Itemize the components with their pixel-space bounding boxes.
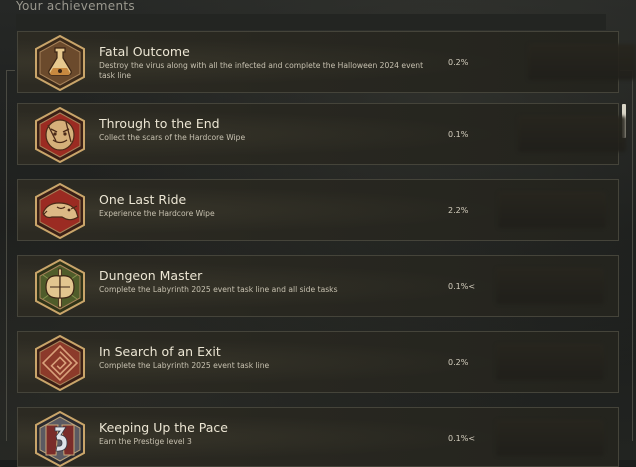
page-title: Your achievements	[16, 0, 135, 13]
scarred-face-icon	[35, 107, 85, 163]
achievement-percent: 0.1%<	[448, 282, 476, 291]
scrollbar-track[interactable]	[622, 98, 627, 458]
boar-icon	[35, 183, 85, 239]
completion-date-blurred	[496, 344, 604, 380]
achievement-title: Through to the End	[99, 116, 220, 131]
prestige-3-icon	[35, 411, 85, 467]
achievement-title: One Last Ride	[99, 192, 187, 207]
completion-date-blurred	[496, 420, 604, 456]
achievement-title: Keeping Up the Pace	[99, 420, 228, 435]
completion-date-blurred	[528, 44, 636, 80]
achievement-title: Dungeon Master	[99, 268, 203, 283]
achievement-percent: 0.2%	[448, 358, 469, 367]
achievement-description: Experience the Hardcore Wipe	[99, 209, 215, 218]
achievement-description: Collect the scars of the Hardcore Wipe	[99, 133, 246, 142]
achievement-percent: 0.1%	[448, 130, 469, 139]
completion-date-blurred	[496, 268, 604, 304]
achievement-percent: 0.1%<	[448, 434, 476, 443]
completion-date-blurred	[498, 192, 606, 228]
achievement-card[interactable]: Through to the End Collect the scars of …	[17, 103, 626, 165]
achievement-description: Complete the Labyrinth 2025 event task l…	[99, 361, 270, 370]
achievement-title: Fatal Outcome	[99, 44, 190, 59]
achievement-description: Destroy the virus along with all the inf…	[99, 61, 424, 80]
achievement-description: Complete the Labyrinth 2025 event task l…	[99, 285, 338, 294]
flask-icon	[35, 35, 85, 91]
achievement-percent: 0.2%	[448, 58, 469, 67]
achievement-percent: 2.2%	[448, 206, 469, 215]
header-strip	[16, 14, 606, 30]
panel-frame-left	[6, 70, 15, 441]
achievement-card[interactable]: Keeping Up the Pace Earn the Prestige le…	[17, 407, 619, 467]
axe-icon	[35, 259, 85, 315]
achievement-title: In Search of an Exit	[99, 344, 221, 359]
achievement-card[interactable]: Fatal Outcome Destroy the virus along wi…	[17, 31, 636, 93]
achievement-description: Earn the Prestige level 3	[99, 437, 192, 446]
completion-date-blurred	[518, 116, 626, 152]
maze-icon	[35, 335, 85, 391]
achievement-card[interactable]: One Last Ride Experience the Hardcore Wi…	[17, 179, 619, 241]
achievement-card[interactable]: In Search of an Exit Complete the Labyri…	[17, 331, 619, 393]
achievement-card[interactable]: Dungeon Master Complete the Labyrinth 20…	[17, 255, 619, 317]
